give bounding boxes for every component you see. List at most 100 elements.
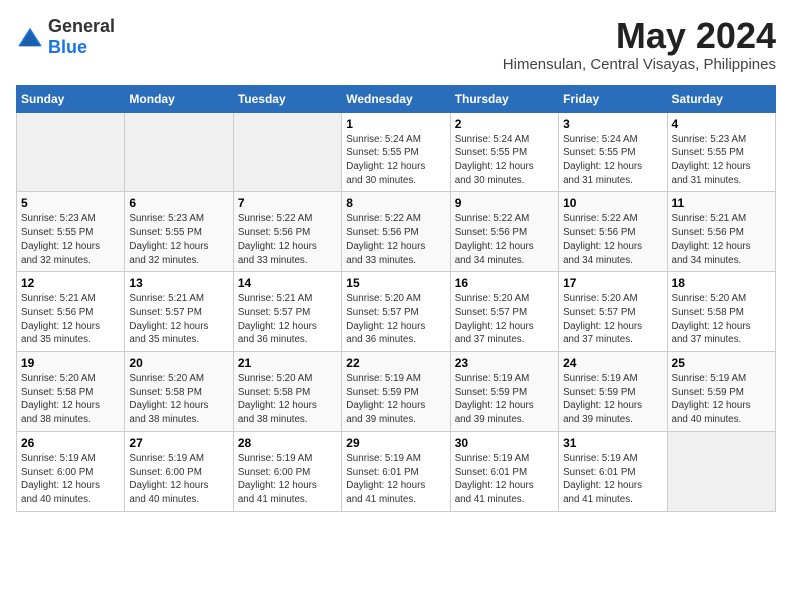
day-info: Sunrise: 5:19 AM Sunset: 5:59 PM Dayligh… (346, 372, 445, 427)
calendar-cell (17, 112, 125, 192)
day-number: 10 (563, 196, 662, 210)
day-info: Sunrise: 5:19 AM Sunset: 6:01 PM Dayligh… (455, 452, 554, 507)
logo-general-text: General (48, 16, 115, 36)
location-subtitle: Himensulan, Central Visayas, Philippines (503, 56, 776, 73)
day-number: 25 (672, 356, 771, 370)
day-number: 23 (455, 356, 554, 370)
day-info: Sunrise: 5:20 AM Sunset: 5:57 PM Dayligh… (346, 292, 445, 347)
title-area: May 2024 Himensulan, Central Visayas, Ph… (503, 16, 776, 73)
day-number: 26 (21, 436, 120, 450)
day-info: Sunrise: 5:22 AM Sunset: 5:56 PM Dayligh… (455, 212, 554, 267)
calendar-cell: 9 Sunrise: 5:22 AM Sunset: 5:56 PM Daylig… (450, 192, 558, 272)
calendar-week-row: 1 Sunrise: 5:24 AM Sunset: 5:55 PM Daylig… (17, 112, 776, 192)
calendar-cell: 25 Sunrise: 5:19 AM Sunset: 5:59 PM Dayli… (667, 352, 775, 432)
day-number: 15 (346, 276, 445, 290)
day-info: Sunrise: 5:24 AM Sunset: 5:55 PM Dayligh… (346, 133, 445, 188)
calendar-cell: 6 Sunrise: 5:23 AM Sunset: 5:55 PM Daylig… (125, 192, 233, 272)
day-number: 27 (129, 436, 228, 450)
calendar-cell: 11 Sunrise: 5:21 AM Sunset: 5:56 PM Dayli… (667, 192, 775, 272)
day-info: Sunrise: 5:20 AM Sunset: 5:57 PM Dayligh… (455, 292, 554, 347)
day-number: 2 (455, 117, 554, 131)
calendar-cell (233, 112, 341, 192)
weekday-header: Wednesday (342, 85, 450, 112)
day-number: 28 (238, 436, 337, 450)
calendar-week-row: 5 Sunrise: 5:23 AM Sunset: 5:55 PM Daylig… (17, 192, 776, 272)
calendar-cell: 15 Sunrise: 5:20 AM Sunset: 5:57 PM Dayli… (342, 272, 450, 352)
calendar-cell: 16Sunrise: 5:20 AM Sunset: 5:57 PM Dayli… (450, 272, 558, 352)
day-info: Sunrise: 5:19 AM Sunset: 5:59 PM Dayligh… (563, 372, 662, 427)
calendar-cell: 3 Sunrise: 5:24 AM Sunset: 5:55 PM Daylig… (559, 112, 667, 192)
calendar-cell: 31 Sunrise: 5:19 AM Sunset: 6:01 PM Dayli… (559, 431, 667, 511)
day-number: 29 (346, 436, 445, 450)
weekday-header: Thursday (450, 85, 558, 112)
day-number: 12 (21, 276, 120, 290)
calendar-cell: 27Sunrise: 5:19 AM Sunset: 6:00 PM Dayli… (125, 431, 233, 511)
month-title: May 2024 (503, 16, 776, 56)
day-info: Sunrise: 5:22 AM Sunset: 5:56 PM Dayligh… (346, 212, 445, 267)
day-info: Sunrise: 5:21 AM Sunset: 5:56 PM Dayligh… (672, 212, 771, 267)
day-number: 21 (238, 356, 337, 370)
day-info: Sunrise: 5:24 AM Sunset: 5:55 PM Dayligh… (563, 133, 662, 188)
calendar-cell: 7Sunrise: 5:22 AM Sunset: 5:56 PM Daylig… (233, 192, 341, 272)
day-number: 5 (21, 196, 120, 210)
calendar-cell: 28Sunrise: 5:19 AM Sunset: 6:00 PM Dayli… (233, 431, 341, 511)
calendar-cell: 29Sunrise: 5:19 AM Sunset: 6:01 PM Dayli… (342, 431, 450, 511)
day-number: 9 (455, 196, 554, 210)
day-number: 4 (672, 117, 771, 131)
day-number: 1 (346, 117, 445, 131)
calendar-cell: 30 Sunrise: 5:19 AM Sunset: 6:01 PM Dayli… (450, 431, 558, 511)
calendar-cell: 4 Sunrise: 5:23 AM Sunset: 5:55 PM Daylig… (667, 112, 775, 192)
weekday-header: Tuesday (233, 85, 341, 112)
calendar-week-row: 12 Sunrise: 5:21 AM Sunset: 5:56 PM Dayli… (17, 272, 776, 352)
calendar-cell: 8 Sunrise: 5:22 AM Sunset: 5:56 PM Daylig… (342, 192, 450, 272)
calendar-cell: 12 Sunrise: 5:21 AM Sunset: 5:56 PM Dayli… (17, 272, 125, 352)
day-info: Sunrise: 5:22 AM Sunset: 5:56 PM Dayligh… (238, 212, 337, 267)
calendar-cell (667, 431, 775, 511)
calendar-table: SundayMondayTuesdayWednesdayThursdayFrid… (16, 85, 776, 512)
day-number: 31 (563, 436, 662, 450)
day-number: 30 (455, 436, 554, 450)
calendar-cell (125, 112, 233, 192)
calendar-cell: 22 Sunrise: 5:19 AM Sunset: 5:59 PM Dayli… (342, 352, 450, 432)
day-info: Sunrise: 5:19 AM Sunset: 6:00 PM Dayligh… (21, 452, 120, 507)
day-number: 22 (346, 356, 445, 370)
day-number: 6 (129, 196, 228, 210)
calendar-cell: 26 Sunrise: 5:19 AM Sunset: 6:00 PM Dayli… (17, 431, 125, 511)
calendar-cell: 21 Sunrise: 5:20 AM Sunset: 5:58 PM Dayli… (233, 352, 341, 432)
logo-icon (16, 26, 44, 48)
day-info: Sunrise: 5:23 AM Sunset: 5:55 PM Dayligh… (21, 212, 120, 267)
day-number: 13 (129, 276, 228, 290)
day-info: Sunrise: 5:22 AM Sunset: 5:56 PM Dayligh… (563, 212, 662, 267)
day-info: Sunrise: 5:23 AM Sunset: 5:55 PM Dayligh… (129, 212, 228, 267)
day-info: Sunrise: 5:20 AM Sunset: 5:57 PM Dayligh… (563, 292, 662, 347)
day-number: 11 (672, 196, 771, 210)
day-number: 8 (346, 196, 445, 210)
weekday-header: Saturday (667, 85, 775, 112)
logo-blue-text: Blue (48, 37, 87, 57)
calendar-cell: 19Sunrise: 5:20 AM Sunset: 5:58 PM Dayli… (17, 352, 125, 432)
day-info: Sunrise: 5:23 AM Sunset: 5:55 PM Dayligh… (672, 133, 771, 188)
day-number: 18 (672, 276, 771, 290)
day-info: Sunrise: 5:20 AM Sunset: 5:58 PM Dayligh… (129, 372, 228, 427)
weekday-header: Sunday (17, 85, 125, 112)
calendar-cell: 18Sunrise: 5:20 AM Sunset: 5:58 PM Dayli… (667, 272, 775, 352)
day-number: 3 (563, 117, 662, 131)
day-info: Sunrise: 5:20 AM Sunset: 5:58 PM Dayligh… (238, 372, 337, 427)
calendar-cell: 24 Sunrise: 5:19 AM Sunset: 5:59 PM Dayli… (559, 352, 667, 432)
day-info: Sunrise: 5:21 AM Sunset: 5:56 PM Dayligh… (21, 292, 120, 347)
day-info: Sunrise: 5:24 AM Sunset: 5:55 PM Dayligh… (455, 133, 554, 188)
calendar-cell: 23 Sunrise: 5:19 AM Sunset: 5:59 PM Dayli… (450, 352, 558, 432)
day-info: Sunrise: 5:19 AM Sunset: 5:59 PM Dayligh… (455, 372, 554, 427)
day-number: 19 (21, 356, 120, 370)
weekday-header: Monday (125, 85, 233, 112)
calendar-cell: 5 Sunrise: 5:23 AM Sunset: 5:55 PM Daylig… (17, 192, 125, 272)
day-info: Sunrise: 5:21 AM Sunset: 5:57 PM Dayligh… (129, 292, 228, 347)
day-number: 14 (238, 276, 337, 290)
calendar-cell: 14Sunrise: 5:21 AM Sunset: 5:57 PM Dayli… (233, 272, 341, 352)
calendar-cell: 2 Sunrise: 5:24 AM Sunset: 5:55 PM Daylig… (450, 112, 558, 192)
day-info: Sunrise: 5:19 AM Sunset: 5:59 PM Dayligh… (672, 372, 771, 427)
day-number: 24 (563, 356, 662, 370)
day-info: Sunrise: 5:19 AM Sunset: 6:01 PM Dayligh… (563, 452, 662, 507)
weekday-header-row: SundayMondayTuesdayWednesdayThursdayFrid… (17, 85, 776, 112)
calendar-week-row: 26 Sunrise: 5:19 AM Sunset: 6:00 PM Dayli… (17, 431, 776, 511)
